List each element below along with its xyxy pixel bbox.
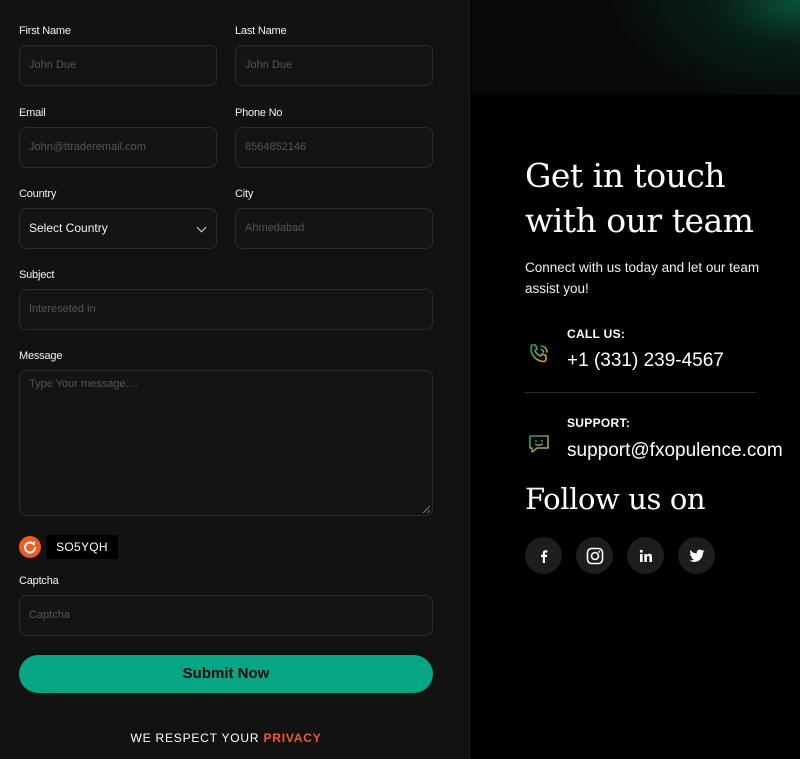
chevron-down-icon — [196, 222, 207, 233]
country-select-value: Select Country — [29, 221, 108, 235]
linkedin-icon[interactable] — [627, 537, 664, 574]
phone-number[interactable]: +1 (331) 239-4567 — [567, 350, 724, 372]
privacy-link[interactable]: PRIVACY — [264, 731, 322, 745]
city-label: City — [235, 188, 254, 200]
country-field: Country Select Country — [19, 187, 217, 249]
first-name-field: First Name John Due — [19, 24, 217, 86]
city-field: City Ahmedabad — [235, 187, 433, 249]
follow-title: Follow us on — [525, 482, 706, 516]
phone-icon — [527, 342, 551, 366]
support-email[interactable]: support@fxopulence.com — [567, 440, 783, 462]
social-links — [525, 537, 715, 574]
country-label: Country — [19, 188, 57, 200]
privacy-text: WE RESPECT YOUR — [130, 731, 260, 745]
captcha-input[interactable]: Captcha — [19, 595, 433, 636]
contact-info-panel: Get in touch with our team Connect with … — [471, 0, 800, 759]
captcha-field: Captcha Captcha — [19, 574, 433, 636]
captcha-label: Captcha — [19, 575, 59, 587]
privacy-notice: WE RESPECT YOUR PRIVACY — [0, 731, 452, 745]
first-name-input[interactable]: John Due — [19, 45, 217, 86]
first-name-label: First Name — [19, 25, 71, 37]
message-placeholder: Type Your message.... — [29, 378, 138, 390]
refresh-icon[interactable] — [19, 536, 41, 558]
email-input[interactable]: John@ttraderemail.com — [19, 127, 217, 168]
divider — [525, 392, 757, 393]
city-input[interactable]: Ahmedabad — [235, 208, 433, 249]
support-label: SUPPORT: — [567, 416, 631, 430]
email-field: Email John@ttraderemail.com — [19, 106, 217, 168]
contact-form: First Name John Due Last Name John Due E… — [0, 0, 470, 759]
email-label: Email — [19, 107, 46, 119]
message-textarea[interactable]: Type Your message.... — [19, 370, 433, 516]
decorative-glow — [471, 0, 800, 95]
phone-label: Phone No — [235, 107, 283, 119]
message-field: Message Type Your message.... — [19, 349, 433, 516]
captcha-code: SO5YQH — [46, 535, 118, 559]
resize-handle[interactable] — [423, 506, 430, 513]
subject-field: Subject Intereseted in — [19, 268, 433, 330]
submit-button[interactable]: Submit Now — [19, 655, 433, 693]
chat-icon — [527, 432, 551, 456]
message-label: Message — [19, 350, 63, 362]
phone-field: Phone No 8564852146 — [235, 106, 433, 168]
captcha-display: SO5YQH — [19, 535, 118, 559]
last-name-label: Last Name — [235, 25, 287, 37]
page-title: Get in touch with our team — [525, 156, 754, 240]
intro-text: Connect with us today and let our team a… — [525, 260, 760, 296]
call-us-label: CALL US: — [567, 327, 626, 341]
facebook-icon[interactable] — [525, 537, 562, 574]
instagram-icon[interactable] — [576, 537, 613, 574]
country-select[interactable]: Select Country — [19, 208, 217, 249]
phone-input[interactable]: 8564852146 — [235, 127, 433, 168]
subject-input[interactable]: Intereseted in — [19, 289, 433, 330]
twitter-icon[interactable] — [678, 537, 715, 574]
last-name-input[interactable]: John Due — [235, 45, 433, 86]
last-name-field: Last Name John Due — [235, 24, 433, 86]
subject-label: Subject — [19, 269, 55, 281]
